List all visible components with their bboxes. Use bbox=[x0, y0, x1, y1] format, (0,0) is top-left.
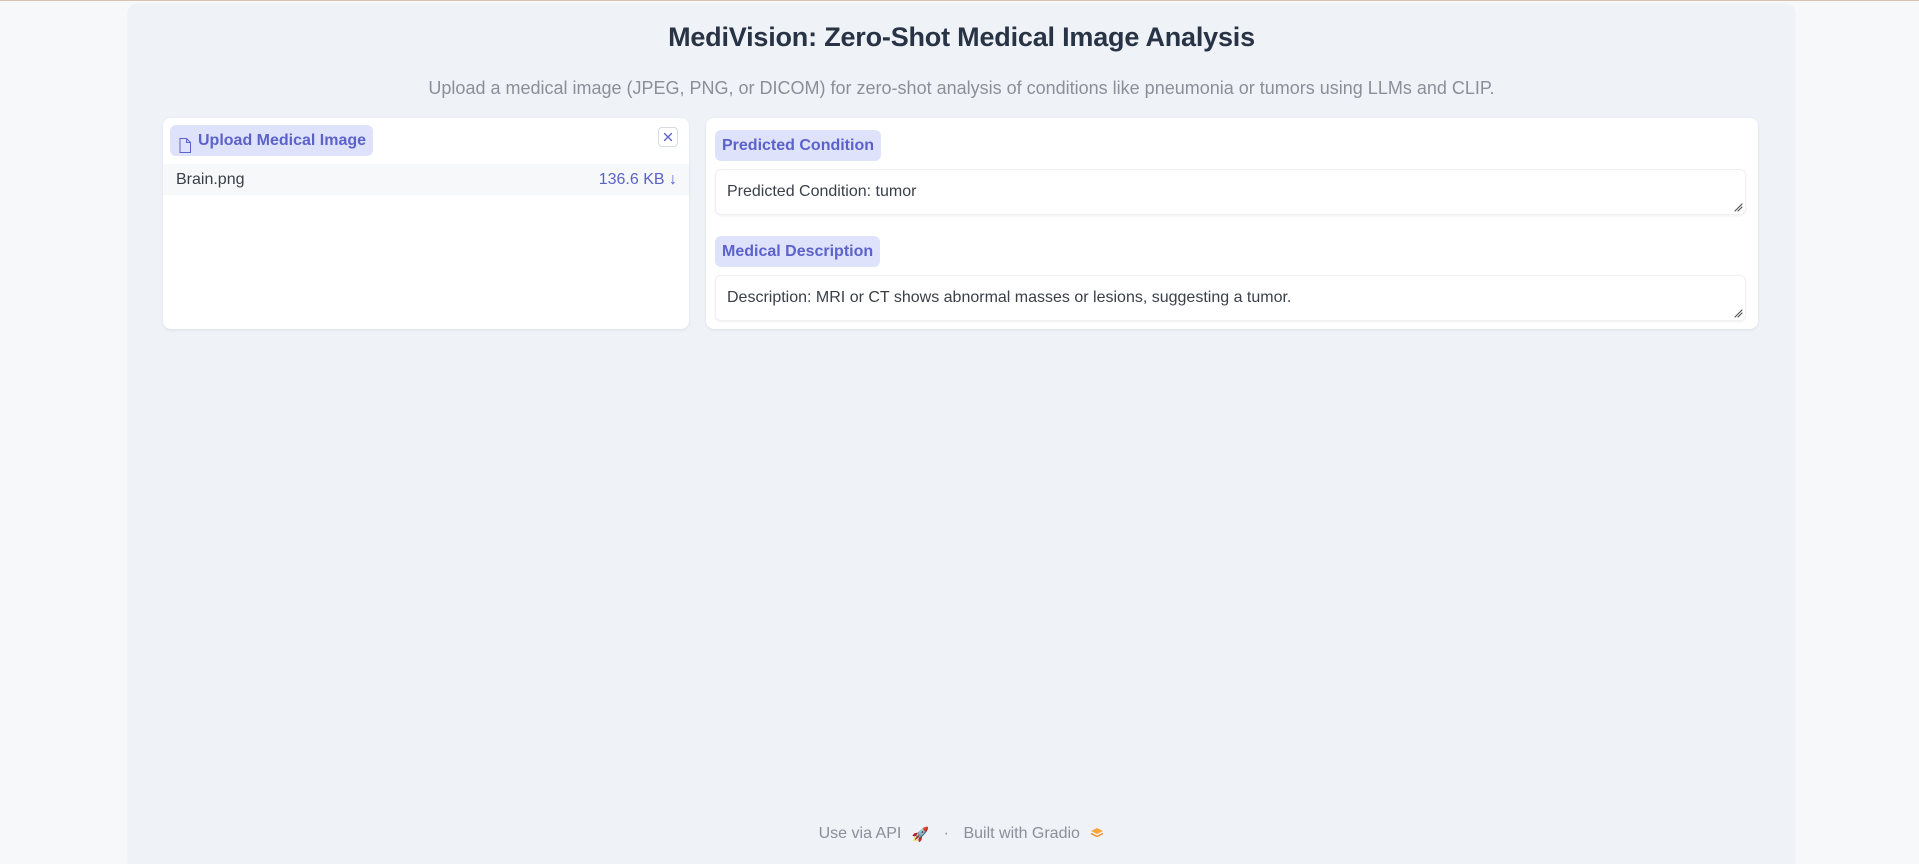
page-subtitle: Upload a medical image (JPEG, PNG, or DI… bbox=[428, 78, 1495, 98]
footer-separator: · bbox=[943, 825, 949, 842]
page-title: MediVision: Zero-Shot Medical Image Anal… bbox=[668, 22, 1255, 52]
clear-upload-button[interactable] bbox=[658, 127, 678, 147]
output-panel: Predicted Condition Predicted Condition:… bbox=[706, 118, 1758, 329]
upload-label-chip: Upload Medical Image bbox=[170, 125, 374, 156]
app-container: MediVision: Zero-Shot Medical Image Anal… bbox=[128, 4, 1795, 864]
footer: Use via API 🚀 · Built with Gradio bbox=[128, 825, 1795, 843]
resize-handle-icon[interactable] bbox=[1733, 202, 1743, 212]
api-link[interactable]: Use via API bbox=[819, 825, 902, 842]
medical-description-label: Medical Description bbox=[715, 236, 881, 267]
predicted-condition-value: Predicted Condition: tumor bbox=[727, 183, 917, 200]
gradio-logo-icon bbox=[1090, 826, 1104, 842]
rocket-icon: 🚀 bbox=[911, 825, 930, 842]
predicted-condition-textbox[interactable]: Predicted Condition: tumor bbox=[715, 169, 1746, 215]
upload-panel: Upload Medical Image Brain.png 136.6 KB … bbox=[163, 118, 689, 329]
gradio-link[interactable]: Built with Gradio bbox=[963, 825, 1080, 842]
upload-label: Upload Medical Image bbox=[198, 132, 367, 149]
top-border bbox=[0, 0, 1919, 1]
close-icon bbox=[663, 132, 673, 142]
file-icon bbox=[179, 133, 191, 153]
uploaded-file-row: Brain.png 136.6 KB ↓ bbox=[163, 164, 689, 195]
medical-description-value: Description: MRI or CT shows abnormal ma… bbox=[727, 289, 1292, 306]
file-download-link[interactable]: 136.6 KB ↓ bbox=[599, 171, 677, 189]
predicted-condition-label: Predicted Condition bbox=[715, 130, 881, 161]
resize-handle-icon[interactable] bbox=[1733, 308, 1743, 318]
medical-description-textbox[interactable]: Description: MRI or CT shows abnormal ma… bbox=[715, 275, 1746, 321]
file-name: Brain.png bbox=[176, 171, 245, 188]
